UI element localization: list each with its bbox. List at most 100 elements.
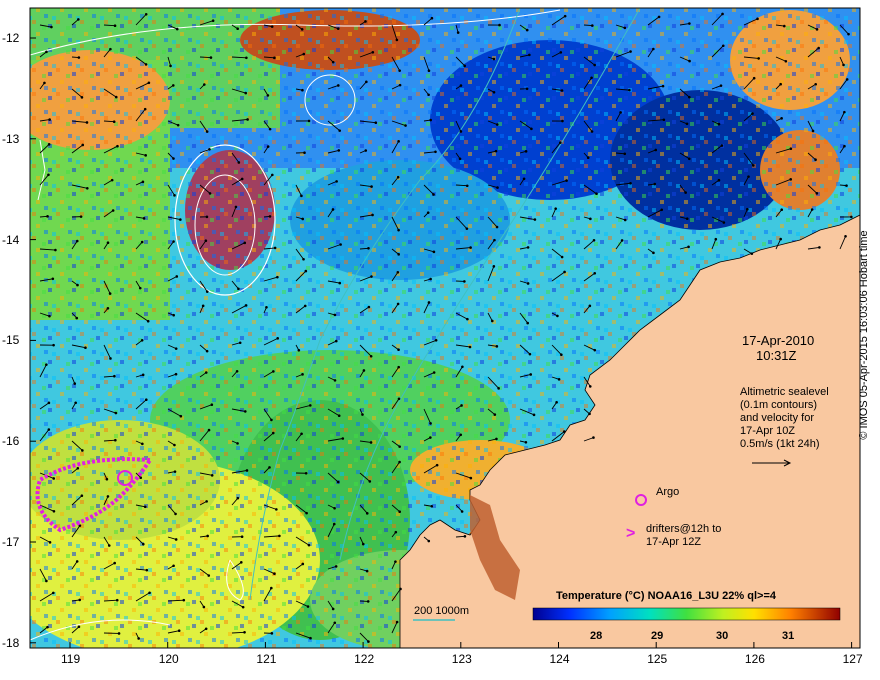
sst-field <box>30 8 860 648</box>
velocity-arrow-head <box>367 246 370 250</box>
velocity-arrow-head <box>210 403 214 407</box>
velocity-arrow-head <box>533 218 537 221</box>
velocity-arrow-head <box>77 625 81 629</box>
velocity-arrow-head <box>560 89 564 92</box>
velocity-arrow-head <box>204 371 208 374</box>
velocity-arrow-head <box>498 23 501 27</box>
velocity-arrow-head <box>174 347 178 350</box>
velocity-arrow-head <box>79 215 83 218</box>
map-time: 10:31Z <box>756 348 797 363</box>
velocity-arrow-head <box>687 245 690 249</box>
velocity-arrow-head <box>333 506 336 510</box>
velocity-arrow-head <box>556 314 559 318</box>
velocity-arrow-head <box>687 157 691 161</box>
velocity-arrow-head <box>302 257 305 261</box>
velocity-arrow-head <box>685 122 689 126</box>
velocity-arrow-head <box>456 31 460 34</box>
velocity-arrow-head <box>555 401 558 404</box>
velocity-arrow-head <box>398 83 402 87</box>
velocity-arrow-head <box>465 227 469 230</box>
velocity-arrow-head <box>268 215 272 218</box>
velocity-arrow-head <box>589 217 592 221</box>
velocity-arrow-head <box>52 591 55 595</box>
velocity-arrow-head <box>779 82 782 86</box>
velocity-arrow-head <box>370 275 373 278</box>
velocity-arrow-head <box>337 149 341 152</box>
velocity-arrow-head <box>396 270 400 274</box>
velocity-arrow-head <box>335 180 338 183</box>
velocity-arrow-head <box>336 480 340 484</box>
velocity-arrow-head <box>459 130 463 133</box>
velocity-arrow-head <box>688 22 691 25</box>
velocity-arrow-head <box>429 436 432 439</box>
velocity-arrow-head <box>114 411 118 415</box>
velocity-arrow-head <box>333 621 337 625</box>
velocity-arrow-head <box>179 414 183 418</box>
velocity-arrow-head <box>494 149 498 153</box>
velocity-arrow-head <box>818 246 821 249</box>
velocity-arrow-head <box>307 543 311 547</box>
velocity-arrow-head <box>334 339 338 343</box>
velocity-arrow-head <box>717 122 721 126</box>
lat-tick-label: -14 <box>2 232 20 247</box>
velocity-arrow-head <box>426 211 430 214</box>
velocity-arrow-head <box>84 346 87 350</box>
velocity-arrow-head <box>173 443 176 447</box>
credit-line: © IMOS 05-Apr-2015 16:03:06 Hobart time <box>858 230 870 440</box>
velocity-arrow-head <box>241 605 245 609</box>
velocity-arrow-head <box>398 69 401 72</box>
velocity-arrow-head <box>364 20 367 23</box>
velocity-arrow-head <box>46 215 49 218</box>
lon-tick-label: 127 <box>842 652 863 666</box>
velocity-arrow-head <box>300 28 304 31</box>
velocity-arrow-head <box>554 207 557 210</box>
velocity-arrow-head <box>429 422 432 425</box>
velocity-arrow-head <box>495 123 499 126</box>
velocity-arrow-head <box>270 586 273 590</box>
velocity-arrow-head <box>338 129 341 132</box>
velocity-arrow-head <box>205 130 209 133</box>
velocity-arrow-head <box>560 255 564 259</box>
velocity-arrow-head <box>236 27 239 30</box>
velocity-arrow-head <box>179 218 182 221</box>
velocity-arrow-head <box>141 180 145 184</box>
velocity-arrow-head <box>142 217 146 220</box>
velocity-arrow-head <box>275 508 278 511</box>
velocity-arrow-head <box>522 177 526 181</box>
lat-tick-label: -15 <box>2 333 20 348</box>
velocity-arrow-head <box>593 63 596 67</box>
velocity-arrow-head <box>844 234 847 238</box>
velocity-arrow-head <box>814 82 817 86</box>
velocity-arrow-head <box>434 338 438 342</box>
velocity-arrow-head <box>469 246 472 249</box>
velocity-arrow-head <box>45 50 48 54</box>
velocity-arrow-head <box>271 431 275 435</box>
velocity-arrow-head <box>652 251 655 255</box>
velocity-arrow-head <box>495 225 499 229</box>
velocity-arrow-head <box>396 175 400 179</box>
velocity-arrow-head <box>430 16 434 20</box>
velocity-arrow-head <box>48 118 51 121</box>
velocity-arrow-head <box>369 441 373 444</box>
velocity-arrow-head <box>720 144 724 147</box>
velocity-arrow-head <box>139 476 143 480</box>
velocity-arrow-head <box>780 208 784 212</box>
velocity-arrow-head <box>397 140 400 143</box>
colorbar-tick-label: 28 <box>590 630 603 642</box>
velocity-arrow-head <box>208 147 211 151</box>
velocity-arrow-head <box>243 241 247 245</box>
velocity-arrow-head <box>52 343 55 347</box>
lat-tick-label: -12 <box>2 31 20 45</box>
velocity-arrow-head <box>752 76 756 80</box>
velocity-arrow-head <box>368 480 372 483</box>
velocity-arrow-head <box>337 414 341 418</box>
velocity-arrow-head <box>468 345 472 349</box>
lon-tick-label: 126 <box>744 652 765 666</box>
lat-tick-label: -16 <box>2 434 20 449</box>
velocity-arrow-head <box>843 110 846 114</box>
velocity-arrow-head <box>206 534 209 538</box>
velocity-arrow-head <box>560 353 563 357</box>
velocity-arrow-head <box>141 442 144 446</box>
velocity-arrow-head <box>117 632 121 635</box>
velocity-arrow-head <box>620 239 624 242</box>
